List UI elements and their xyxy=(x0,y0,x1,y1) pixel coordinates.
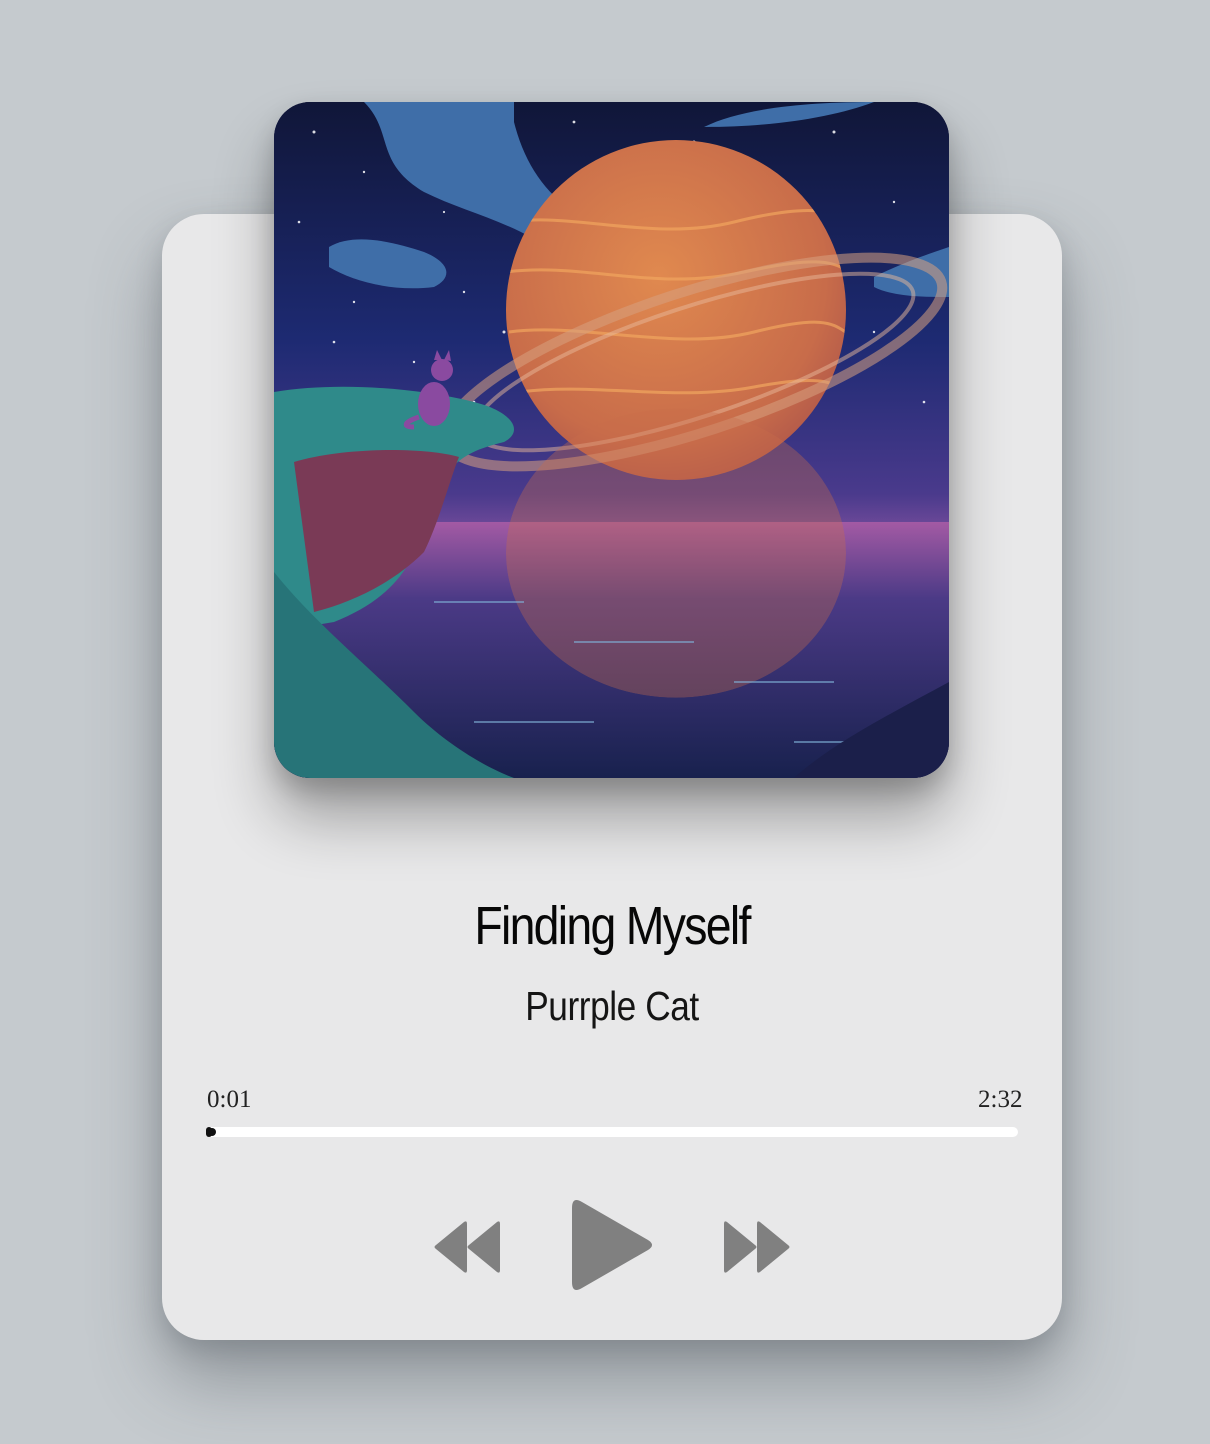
artist-name: Purrple Cat xyxy=(525,983,699,1029)
fast-forward-button[interactable] xyxy=(722,1218,794,1276)
progress-thumb[interactable] xyxy=(207,1128,216,1136)
current-time: 0:01 xyxy=(207,1086,252,1113)
rewind-icon xyxy=(434,1221,500,1273)
play-icon xyxy=(572,1200,652,1290)
album-cover xyxy=(274,102,949,778)
total-time: 2:32 xyxy=(978,1086,1023,1113)
rewind-button[interactable] xyxy=(430,1218,502,1276)
fast-forward-icon xyxy=(724,1221,790,1273)
play-button[interactable] xyxy=(568,1198,654,1292)
progress-bar[interactable] xyxy=(206,1127,1018,1137)
song-title: Finding Myself xyxy=(474,896,751,956)
